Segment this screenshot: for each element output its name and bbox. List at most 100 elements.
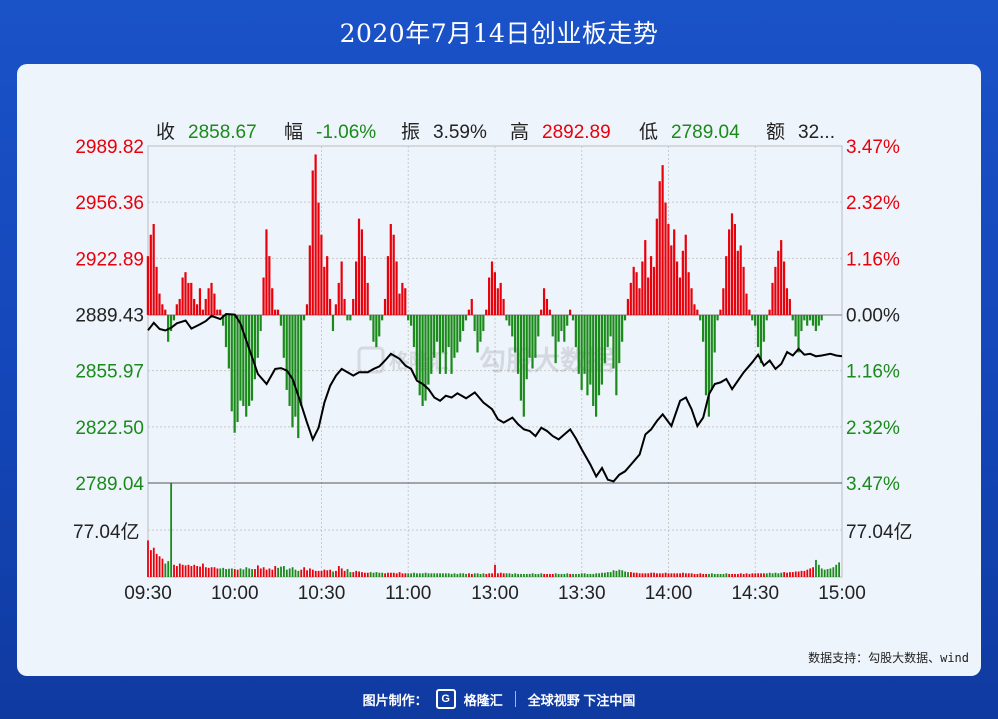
- volume-bar: [679, 573, 681, 577]
- volume-bar: [693, 573, 696, 577]
- volume-bar: [430, 573, 433, 577]
- volume-bar: [479, 573, 482, 577]
- breadth-bar: [398, 293, 401, 315]
- breadth-bar: [187, 282, 190, 315]
- volume-bar: [661, 573, 664, 577]
- breadth-bar: [464, 315, 468, 321]
- breadth-bar: [514, 315, 517, 353]
- low-value: 2789.04: [671, 122, 740, 143]
- volume-bar: [317, 570, 320, 577]
- breadth-bar: [152, 224, 155, 315]
- breadth-bar: [441, 315, 444, 353]
- volume-bar: [161, 558, 164, 577]
- breadth-bar: [554, 315, 557, 364]
- breadth-bar: [699, 315, 702, 321]
- breadth-bar: [334, 304, 337, 315]
- breadth-bar: [323, 266, 326, 315]
- breadth-bar: [759, 315, 763, 364]
- breadth-bar: [768, 309, 771, 315]
- breadth-bar: [542, 288, 546, 315]
- price-tick-label: 2855.97: [75, 362, 144, 383]
- volume-bar: [670, 573, 673, 577]
- volume-bar: [832, 567, 835, 577]
- breadth-bar: [713, 315, 716, 353]
- volume-bar: [745, 573, 748, 577]
- breadth-bar: [777, 250, 780, 315]
- volume-bar: [207, 567, 210, 577]
- breadth-bar: [647, 277, 650, 315]
- breadth-bar: [733, 224, 737, 315]
- volume-bar: [809, 568, 812, 577]
- volume-bar: [216, 568, 219, 577]
- breadth-bar: [545, 298, 549, 315]
- pct-tick-label: 3.47%: [846, 137, 900, 158]
- breadth-bar: [788, 298, 791, 315]
- breadth-bar: [300, 315, 303, 406]
- volume-bar: [650, 572, 653, 577]
- volume-bar: [754, 573, 757, 577]
- footer-divider: [514, 691, 516, 707]
- volume-bar: [164, 563, 167, 577]
- breadth-bar: [213, 293, 216, 315]
- volume-bar: [291, 567, 294, 577]
- volume-bar: [358, 571, 360, 577]
- volume-bar: [427, 573, 430, 577]
- volume-bar: [147, 540, 149, 577]
- volume-bar: [523, 573, 525, 577]
- volume-bar: [768, 572, 771, 577]
- breadth-bar: [548, 309, 551, 315]
- volume-bar: [300, 569, 303, 577]
- breadth-bar: [577, 315, 580, 374]
- volume-bar: [696, 573, 699, 577]
- breadth-bar: [288, 315, 291, 406]
- volume-bar: [728, 573, 731, 577]
- breadth-bar: [412, 315, 416, 348]
- breadth-bar: [580, 315, 583, 390]
- breadth-bar: [560, 315, 563, 332]
- breadth-bar: [655, 218, 658, 315]
- breadth-bar: [490, 261, 494, 315]
- volume-bar: [444, 573, 447, 577]
- volume-bar: [204, 567, 207, 577]
- volume-bar: [158, 556, 161, 577]
- breadth-bar: [635, 272, 638, 315]
- volume-bar: [283, 566, 285, 577]
- volume-label-right: 77.04亿: [846, 521, 913, 543]
- volume-bar: [152, 547, 155, 577]
- volume-bar: [716, 573, 719, 577]
- left-price-ticks: 2989.82 2956.36 2922.89 2889.43 2855.97 2822.…: [75, 137, 144, 495]
- breadth-bar: [355, 261, 358, 315]
- volume-bar: [349, 572, 352, 577]
- breadth-bar: [794, 315, 797, 337]
- volume-bar: [658, 573, 661, 577]
- volume-bar: [178, 563, 181, 577]
- breadth-bar: [386, 256, 390, 315]
- right-pct-ticks: 3.47% 2.32% 1.16% 0.00% 1.16% 2.32% 3.47%: [846, 137, 900, 495]
- volume-bar: [233, 569, 236, 577]
- volume-bar: [794, 571, 797, 577]
- change-label: 幅: [284, 121, 303, 143]
- breadth-bar: [508, 315, 511, 326]
- breadth-bar: [381, 315, 384, 321]
- breadth-bar: [612, 315, 615, 369]
- high-value: 2892.89: [542, 122, 611, 143]
- volume-bar: [404, 573, 407, 577]
- breadth-bar: [644, 240, 647, 315]
- breadth-bar: [331, 315, 335, 332]
- volume-bar: [505, 573, 508, 577]
- breadth-bar: [592, 315, 595, 406]
- volume-bar: [774, 572, 777, 577]
- change-value: -1.06%: [316, 122, 376, 143]
- volume-bar: [771, 573, 774, 577]
- volume-bar: [416, 573, 418, 577]
- breadth-bar: [149, 234, 152, 315]
- volume-bar: [245, 567, 248, 577]
- breadth-bar: [482, 315, 485, 332]
- breadth-bar: [276, 309, 280, 315]
- price-tick-label: 2789.04: [75, 474, 144, 495]
- breadth-bar: [641, 261, 644, 315]
- intraday-chart: 收 2858.67 幅 -1.06% 振 3.59% 高 2892.89 低 2…: [73, 121, 913, 604]
- volume-bar: [817, 564, 820, 577]
- breadth-bar: [716, 315, 719, 321]
- volume-bar: [363, 572, 366, 577]
